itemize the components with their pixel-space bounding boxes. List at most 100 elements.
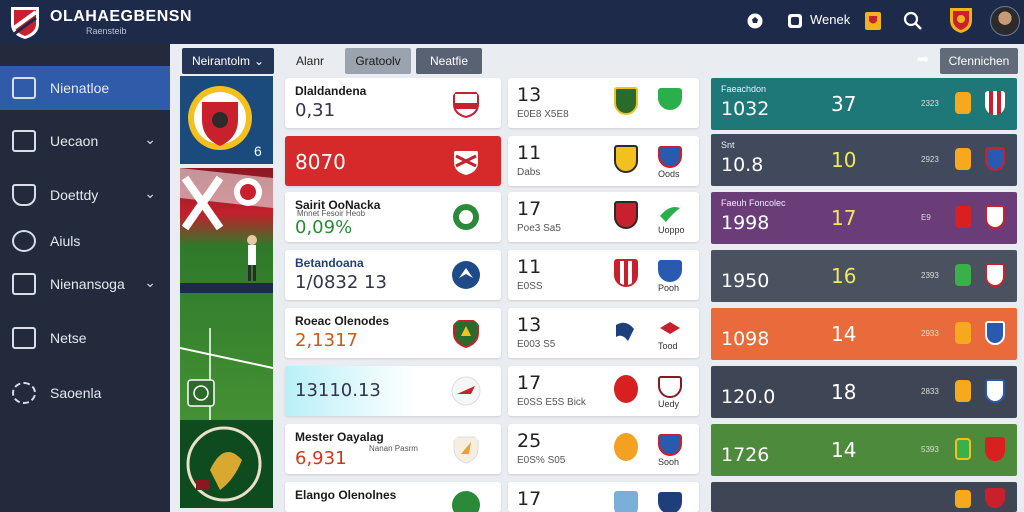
stat-row[interactable]: 1726 14 5393 [711,424,1017,476]
trophy-badge-icon[interactable] [861,9,885,33]
team-badge-icon [985,321,1005,345]
brand-logo-icon[interactable] [8,4,42,40]
chevron-down-icon[interactable]: ⌄ [144,131,156,148]
team-value: 0,31 [295,100,336,121]
away-badge-icon [658,318,682,340]
team-card[interactable]: Mester Oayalag Nanan Pasrm 6,931 [285,424,501,474]
team-card[interactable]: Betandoana 1/0832 13 [285,250,501,300]
team-name: Roeac Olenodes [295,314,390,328]
club-crest-image[interactable]: 6 [180,76,273,164]
team-card[interactable]: 13110.13 [285,366,501,416]
home-badge-icon [614,317,638,345]
app-subtitle: Raensteib [86,26,127,36]
home-badge-icon [614,87,638,115]
away-label: Uedy [658,399,680,409]
folder-icon [12,327,36,349]
away-label: Sooh [658,457,680,467]
match-card[interactable]: 17 Poe3 Sa5 Uoppo [508,192,699,242]
match-card[interactable]: 11 Dabs Oods [508,136,699,186]
team-badge-icon [985,147,1005,171]
sidebar-item-nienatloe[interactable]: Nienatloe [0,66,170,110]
team-badge-icon [985,488,1005,508]
tab-alanr[interactable]: Alanr [282,48,338,74]
sidebar-item-label: Netse [50,330,87,346]
team-badge-icon [985,91,1005,115]
sidebar-item-nienansoga[interactable]: Nienansoga ⌄ [0,262,170,306]
team-card[interactable]: Dlaldandena 0,31 [285,78,501,128]
match-card[interactable]: 25 E0S% S05 Sooh [508,424,699,474]
tab-gratoolv[interactable]: Gratoolv [345,48,411,74]
match-card[interactable]: 11 E0SS Pooh [508,250,699,300]
goalkeeper-image[interactable] [180,420,273,508]
chevron-down-icon[interactable]: ⌄ [144,274,156,291]
chevron-down-icon: ⌄ [253,54,265,68]
away-label: Tood [658,341,678,351]
away-badge-icon [658,260,682,282]
sidebar-item-uecaon[interactable]: Uecaon ⌄ [0,119,170,163]
soccer-ball-icon[interactable] [743,9,767,33]
team-card[interactable]: Roeac Olenodes 2,1317 [285,308,501,358]
sidebar-item-label: Nienansoga [50,276,125,292]
network-icon [12,273,36,295]
view-dropdown[interactable]: Neirantolm ⌄ [182,48,274,74]
match-card[interactable]: 17 E0SS E5S Bick Uedy [508,366,699,416]
search-icon[interactable] [901,9,925,33]
team-badge-icon [454,151,478,175]
stat-big: 120.0 [721,386,776,408]
window-icon [12,130,36,152]
sidebar-item-aiuls[interactable]: Aiuls [0,219,170,263]
team-badge-icon [453,436,479,464]
club-crest-icon[interactable] [947,6,975,34]
stat-mid: 14 [831,438,857,462]
team-value: 1/0832 13 [295,272,387,293]
team-badge-icon [985,263,1005,287]
green-card-icon [955,438,971,460]
stat-row[interactable]: 1950 16 2393 [711,250,1017,302]
yellow-card-icon [955,322,971,344]
tab-neatfie[interactable]: Neatfie [416,48,482,74]
team-badge-icon [985,379,1005,403]
match-count-sub: E0E8 X5E8 [517,109,569,120]
team-badge-icon[interactable] [783,9,807,33]
team-name: Dlaldandena [295,84,367,98]
red-card-icon [955,206,971,228]
yellow-card-icon [955,148,971,170]
user-label[interactable]: Wenek [810,12,850,27]
team-value: 6,931 [295,448,347,469]
team-card[interactable]: Elango Olenolnes [285,482,501,512]
sidebar-item-doettdy[interactable]: Doettdy ⌄ [0,173,170,217]
match-count: 17 [517,488,542,510]
top-bar: OLAHAEGBENSN Raensteib Wenek [0,0,1024,44]
chevron-down-icon[interactable]: ⌄ [144,185,156,202]
team-card[interactable]: 8070 [285,136,501,186]
stat-mid: 18 [831,380,857,404]
team-badge-icon [452,261,480,289]
match-count-sub: Dabs [517,167,541,178]
sidebar-item-netse[interactable]: Netse [0,316,170,360]
match-card[interactable]: 17 [508,482,699,512]
home-badge-icon [614,145,638,173]
stat-big: 1726 [721,444,770,466]
match-card[interactable]: 13 E0E8 X5E8 [508,78,699,128]
stat-big: 1032 [721,98,770,120]
stat-mid: 37 [831,92,857,116]
stat-row[interactable] [711,482,1017,512]
share-icon[interactable]: ➦ [912,50,934,72]
sidebar-item-saoenla[interactable]: Saoenla [0,371,170,415]
team-badge-icon [985,205,1005,229]
home-badge-icon [614,259,638,287]
stat-row[interactable]: Faeachdon 1032 37 2323 [711,78,1017,130]
match-card[interactable]: 13 E003 S5 Tood [508,308,699,358]
stat-row[interactable]: 120.0 18 2833 [711,366,1017,418]
home-badge-icon [614,433,638,461]
stat-big: 1098 [721,328,770,350]
away-label: Pooh [658,283,680,293]
stat-row[interactable]: Snt 10.8 10 2923 [711,134,1017,186]
user-avatar[interactable] [990,6,1020,36]
match-count: 13 [517,314,542,336]
stat-row[interactable]: 1098 14 2933 [711,308,1017,360]
stat-row[interactable]: Faeuh Foncolec 1998 17 E9 [711,192,1017,244]
team-card[interactable]: Sairit OoNacka Mnnet Fesoir Heob 0,09% [285,192,501,242]
away-badge-icon [658,492,682,512]
action-button[interactable]: Cfennichen [940,48,1018,74]
